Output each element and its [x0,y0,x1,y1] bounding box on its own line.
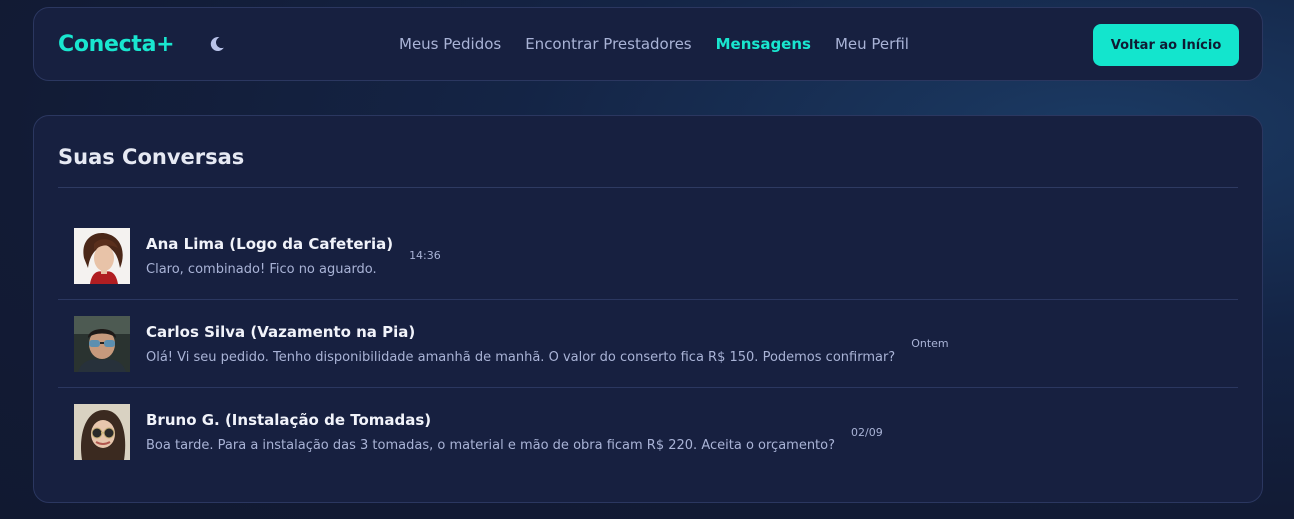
conversation-time: Ontem [911,337,949,350]
conversation-time: 02/09 [851,425,883,439]
nav-link-meu-perfil[interactable]: Meu Perfil [835,35,909,53]
conversation-last-message: Olá! Vi seu pedido. Tenho disponibilidad… [146,349,896,365]
main-nav: Meus Pedidos Encontrar Prestadores Mensa… [399,8,909,80]
conversation-last-message: Boa tarde. Para a instalação das 3 tomad… [146,438,836,453]
conversation-list: Ana Lima (Logo da Cafeteria) Claro, comb… [58,212,1238,476]
avatar [74,315,130,372]
back-to-home-button[interactable]: Voltar ao Início [1093,24,1239,66]
navbar: Conecta+ Meus Pedidos Encontrar Prestado… [33,7,1263,81]
nav-link-meus-pedidos[interactable]: Meus Pedidos [399,35,501,53]
conversation-name: Bruno G. (Instalação de Tomadas) [146,411,432,429]
logo[interactable]: Conecta+ [58,32,175,57]
conversation-name: Carlos Silva (Vazamento na Pia) [146,322,416,341]
conversations-card: Suas Conversas Ana Lima (Logo da Cafeter… [33,115,1263,503]
avatar [74,227,130,284]
conversation-last-message: Claro, combinado! Fico no aguardo. [146,261,377,277]
nav-link-mensagens[interactable]: Mensagens [716,35,811,53]
conversation-body: Carlos Silva (Vazamento na Pia) Olá! Vi … [146,323,895,365]
moon-icon[interactable] [208,35,226,53]
page-title: Suas Conversas [58,145,245,169]
conversation-body: Bruno G. (Instalação de Tomadas) Boa tar… [146,411,835,453]
avatar [74,404,130,460]
conversation-item[interactable]: Ana Lima (Logo da Cafeteria) Claro, comb… [58,212,1238,300]
conversation-time: 14:36 [409,249,441,262]
conversation-name: Ana Lima (Logo da Cafeteria) [146,234,394,253]
conversation-item[interactable]: Bruno G. (Instalação de Tomadas) Boa tar… [58,388,1238,476]
conversation-item[interactable]: Carlos Silva (Vazamento na Pia) Olá! Vi … [58,300,1238,388]
conversation-body: Ana Lima (Logo da Cafeteria) Claro, comb… [146,235,393,277]
divider [58,187,1238,188]
nav-link-encontrar-prestadores[interactable]: Encontrar Prestadores [525,35,691,53]
